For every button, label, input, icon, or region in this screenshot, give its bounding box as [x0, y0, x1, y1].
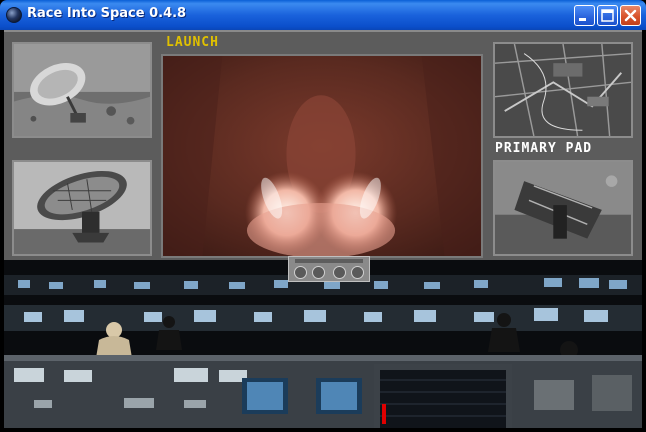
- radar-dish-icon: [14, 44, 150, 136]
- launch-site-map-icon: [495, 44, 631, 136]
- app-icon[interactable]: [6, 7, 22, 23]
- play-icon[interactable]: [312, 266, 325, 279]
- minimize-icon: [579, 18, 586, 21]
- monitor-antenna-dish: [12, 160, 152, 256]
- close-icon: [624, 9, 637, 22]
- minimize-button[interactable]: [574, 5, 595, 26]
- rocket-launch-icon: [163, 56, 481, 256]
- launch-pad-icon: [495, 162, 631, 254]
- rewind-icon[interactable]: [294, 266, 307, 279]
- control-strip: [295, 259, 363, 263]
- main-monitor-label: LAUNCH: [166, 35, 219, 50]
- monitor-radar-dish: [12, 42, 152, 138]
- monitor-launch-feed: [161, 54, 483, 258]
- window-title-bar[interactable]: Race Into Space 0.4.8: [0, 0, 646, 30]
- maximize-icon: [601, 9, 614, 22]
- monitor-launch-pad: [493, 160, 633, 256]
- playback-controls: [288, 256, 370, 282]
- antenna-dish-icon: [14, 162, 150, 254]
- mission-control-room: [4, 260, 642, 428]
- monitor-site-map: [493, 42, 633, 138]
- mission-control-scene: [4, 260, 642, 428]
- game-viewport[interactable]: LAUNCH PRIMARY PAD: [4, 30, 642, 428]
- stop-icon[interactable]: [351, 266, 364, 279]
- close-button[interactable]: [620, 5, 641, 26]
- maximize-button[interactable]: [597, 5, 618, 26]
- side-monitor-label: PRIMARY PAD: [495, 141, 593, 156]
- pause-icon[interactable]: [333, 266, 346, 279]
- monitor-wall: LAUNCH PRIMARY PAD: [4, 30, 642, 260]
- window-title: Race Into Space 0.4.8: [27, 6, 187, 21]
